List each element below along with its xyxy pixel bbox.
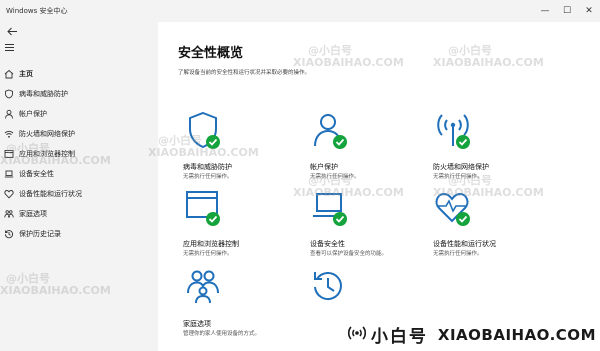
- app-window-icon: [4, 149, 14, 159]
- title-bar: Windows 安全中心 — ☐ ✕: [0, 0, 600, 22]
- menu-icon[interactable]: [4, 42, 18, 56]
- tile-status: 无需执行任何操作。: [183, 174, 233, 180]
- sidebar-item-device-security[interactable]: 设备安全性: [0, 164, 158, 184]
- brand-logo: 小白号 XIAOBAIHAO.COM: [347, 322, 596, 347]
- page-subtitle: 了解设备当前的安全性和运行状况并采取必要的操作。: [178, 70, 311, 76]
- tile-app-browser-control[interactable]: 应用和浏览器控制 无需执行任何操作。: [183, 187, 308, 267]
- heart-icon: [4, 189, 14, 199]
- tile-status: 管理你的家人使用设备的方式。: [183, 331, 261, 337]
- tile-name: 防火墙和网络保护: [433, 163, 489, 171]
- brand-name-cn: 小白号: [370, 327, 428, 347]
- page-title: 安全性概览: [178, 46, 244, 61]
- antenna-check-icon: [433, 110, 477, 154]
- sidebar-nav: 主页 病毒和威胁防护 帐户保护 防火墙和网络保护 应用和浏览器控制 设备安全性 …: [0, 64, 158, 244]
- signal-logo-icon: [347, 325, 367, 345]
- tile-device-security[interactable]: 设备安全性 查看可以保护设备安全的功能。: [310, 187, 435, 267]
- tile-status: 查看可以保护设备安全的功能。: [310, 251, 388, 257]
- sidebar-item-label: 病毒和威胁防护: [19, 90, 68, 98]
- sidebar-item-firewall[interactable]: 防火墙和网络保护: [0, 124, 158, 144]
- shield-icon: [4, 89, 14, 99]
- back-arrow-icon[interactable]: [4, 24, 20, 38]
- sidebar-item-device-health[interactable]: 设备性能和运行状况: [0, 184, 158, 204]
- sidebar-item-label: 应用和浏览器控制: [19, 150, 75, 158]
- sidebar-item-family-options[interactable]: 家庭选项: [0, 204, 158, 224]
- sidebar-item-label: 保护历史记录: [19, 230, 61, 238]
- browser-check-icon: [183, 187, 227, 231]
- sidebar: 主页 病毒和威胁防护 帐户保护 防火墙和网络保护 应用和浏览器控制 设备安全性 …: [0, 22, 158, 351]
- maximize-button[interactable]: ☐: [556, 0, 578, 22]
- tile-name: 家庭选项: [183, 320, 211, 328]
- sidebar-item-home[interactable]: 主页: [0, 64, 158, 84]
- tile-family-options[interactable]: 家庭选项 管理你的家人使用设备的方式。: [183, 267, 308, 347]
- tile-status: 无需执行任何操作。: [433, 174, 483, 180]
- watermark-cn: @小白号: [448, 44, 492, 57]
- close-button[interactable]: ✕: [578, 0, 600, 22]
- tile-virus-threat-protection[interactable]: 病毒和威胁防护 无需执行任何操作。: [183, 110, 308, 190]
- tile-status: 无需执行任何操作。: [183, 251, 233, 257]
- sidebar-item-label: 家庭选项: [19, 210, 47, 218]
- tile-firewall-network[interactable]: 防火墙和网络保护 无需执行任何操作。: [433, 110, 558, 190]
- minimize-button[interactable]: —: [534, 0, 556, 22]
- heart-pulse-check-icon: [433, 187, 477, 231]
- main-content: 安全性概览 了解设备当前的安全性和运行状况并采取必要的操作。 病毒和威胁防护 无…: [148, 22, 600, 351]
- person-icon: [4, 109, 14, 119]
- history-icon: [4, 229, 14, 239]
- laptop-icon: [4, 169, 14, 179]
- tile-status: 无需执行任何操作。: [310, 174, 360, 180]
- tile-name: 设备安全性: [310, 240, 345, 248]
- brand-name-en: XIAOBAIHAO.COM: [437, 325, 596, 344]
- tile-account-protection[interactable]: 帐户保护 无需执行任何操作。: [310, 110, 435, 190]
- home-icon: [4, 69, 14, 79]
- tile-status: 无需执行任何操作。: [433, 251, 483, 257]
- wifi-icon: [4, 129, 14, 139]
- watermark-cn: @小白号: [308, 44, 352, 57]
- window-title: Windows 安全中心: [6, 7, 68, 15]
- sidebar-item-protection-history[interactable]: 保护历史记录: [0, 224, 158, 244]
- window-controls: — ☐ ✕: [534, 0, 600, 22]
- sidebar-item-label: 防火墙和网络保护: [19, 130, 75, 138]
- history-icon: [310, 267, 354, 311]
- family-icon: [183, 267, 227, 311]
- sidebar-item-account-protection[interactable]: 帐户保护: [0, 104, 158, 124]
- sidebar-item-label: 主页: [19, 70, 33, 78]
- security-center-window: Windows 安全中心 — ☐ ✕ 主页 病毒和威胁防护 帐户保护 防火墙和网…: [0, 0, 600, 351]
- tile-name: 应用和浏览器控制: [183, 240, 239, 248]
- sidebar-item-app-browser[interactable]: 应用和浏览器控制: [0, 144, 158, 164]
- tile-name: 病毒和威胁防护: [183, 163, 232, 171]
- sidebar-item-virus-protection[interactable]: 病毒和威胁防护: [0, 84, 158, 104]
- sidebar-item-label: 设备性能和运行状况: [19, 190, 82, 198]
- sidebar-item-label: 帐户保护: [19, 110, 47, 118]
- tile-name: 帐户保护: [310, 163, 338, 171]
- shield-check-icon: [183, 110, 227, 154]
- laptop-check-icon: [310, 187, 354, 231]
- tile-name: 设备性能和运行状况: [433, 240, 496, 248]
- sidebar-item-label: 设备安全性: [19, 170, 54, 178]
- family-icon: [4, 209, 14, 219]
- watermark-en: XIAOBAIHAO.COM: [433, 56, 544, 69]
- person-check-icon: [310, 110, 354, 154]
- tile-device-performance-health[interactable]: 设备性能和运行状况 无需执行任何操作。: [433, 187, 558, 267]
